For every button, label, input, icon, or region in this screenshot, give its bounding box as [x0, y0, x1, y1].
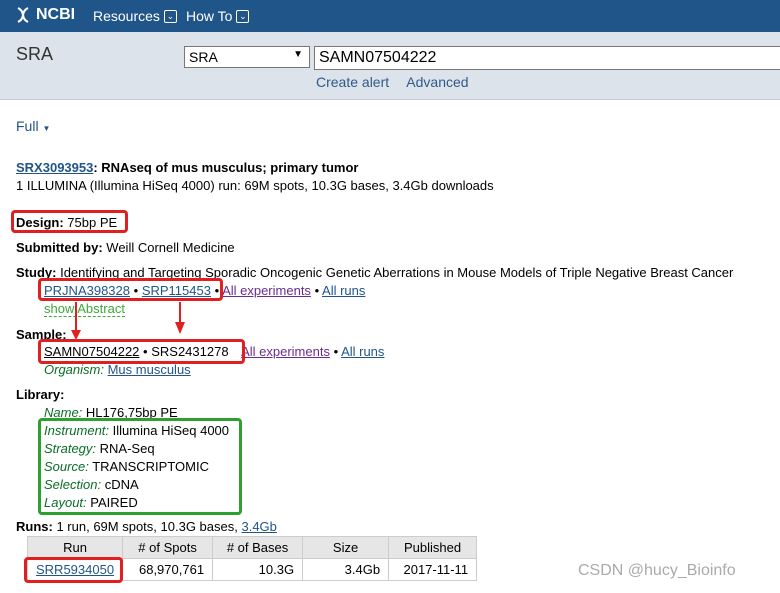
- runs-download-link[interactable]: 3.4Gb: [241, 519, 276, 534]
- runs-table-header: Run # of Spots # of Bases Size Published: [26, 536, 478, 559]
- sample-highlight-box: [38, 339, 245, 364]
- organism-link[interactable]: Mus musculus: [108, 362, 191, 377]
- column-header: Size: [302, 536, 390, 559]
- run-highlight-box: [24, 557, 123, 583]
- library-label: Library:: [16, 387, 64, 402]
- runs-summary: 1 run, 69M spots, 10.3G bases,: [56, 519, 238, 534]
- column-header: Published: [388, 536, 478, 559]
- published-cell: 2017-11-11: [388, 558, 478, 581]
- arrow-head-right: [175, 322, 185, 334]
- column-header: # of Bases: [212, 536, 304, 559]
- sample-all-runs-link[interactable]: All runs: [341, 344, 384, 359]
- organism-row: Organism: Mus musculus: [44, 362, 191, 377]
- runs-label: Runs:: [16, 519, 53, 534]
- organism-label: Organism:: [44, 362, 104, 377]
- sample-all-experiments-link[interactable]: All experiments: [241, 344, 330, 359]
- library-highlight-box: [38, 418, 242, 515]
- size-cell: 3.4Gb: [302, 558, 390, 581]
- library-label-text: Library:: [16, 387, 65, 402]
- column-header: Run: [26, 536, 124, 559]
- watermark: CSDN @hucy_Bioinfo: [578, 562, 736, 579]
- separator-dot: •: [333, 344, 339, 359]
- bases-cell: 10.3G: [212, 558, 304, 581]
- runs-row: Runs: 1 run, 69M spots, 10.3G bases, 3.4…: [16, 519, 277, 534]
- column-header: # of Spots: [122, 536, 214, 559]
- spots-cell: 68,970,761: [122, 558, 214, 581]
